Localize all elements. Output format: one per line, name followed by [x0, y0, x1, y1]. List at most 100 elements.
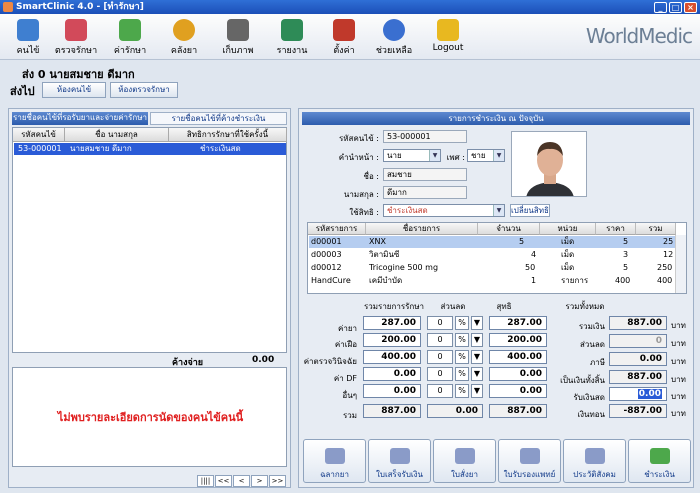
cast-discount-field[interactable]: 0 [427, 333, 453, 347]
nav-next-button[interactable]: > [251, 475, 268, 487]
patient-icon [17, 19, 39, 41]
title-bar: SmartClinic 4.0 - [ทำรักษา] _ □ × [0, 0, 700, 14]
medical-certificate-button[interactable]: ใบรับรองแพทย์ [498, 439, 561, 483]
other-discount-field[interactable]: 0 [427, 384, 453, 398]
exam-cost-field[interactable]: 400.00 [363, 350, 421, 364]
total-net-field: 887.00 [489, 404, 547, 418]
toolbar-treatment[interactable]: ตรวจรักษา [50, 17, 102, 59]
chevron-down-icon: ▼ [493, 205, 504, 216]
no-appointment-message: ไม่พบรายละเอียดการนัดของคนไข้คนนี้ [57, 411, 244, 424]
exam-discount-field[interactable]: 0 [427, 350, 453, 364]
df-net-field: 0.00 [489, 367, 547, 381]
brand-logo: WorldMedic [585, 24, 693, 48]
send-exam-room-button[interactable]: ห้องตรวจรักษา [110, 82, 178, 98]
prescription-button[interactable]: ใบสั่งยา [433, 439, 496, 483]
chevron-down-icon[interactable]: ▼ [471, 384, 483, 398]
toolbar-help[interactable]: ช่วยเหลือ [366, 17, 422, 59]
tab-unpaid-patients[interactable]: รายชื่อคนไข้ที่ค้างชำระเงิน [150, 112, 287, 125]
chevron-down-icon[interactable]: ▼ [471, 367, 483, 381]
money-icon [119, 19, 141, 41]
drug-label-button[interactable]: ฉลากยา [303, 439, 366, 483]
nav-all-button[interactable]: |||| [197, 475, 214, 487]
chevron-down-icon: ▼ [493, 150, 504, 161]
item-table-scrollbar[interactable] [675, 235, 686, 293]
toolbar-logout[interactable]: Logout [422, 17, 474, 59]
df-discount-field[interactable]: 0 [427, 367, 453, 381]
total-sum-field: 887.00 [363, 404, 421, 418]
cast-cost-field[interactable]: 200.00 [363, 333, 421, 347]
chevron-down-icon[interactable]: ▼ [471, 350, 483, 364]
toolbar-report[interactable]: รายงาน [266, 17, 318, 59]
patient-photo [511, 131, 587, 197]
appointment-box: ไม่พบรายละเอียดการนัดของคนไข้คนนี้ [12, 367, 287, 467]
window-title: SmartClinic 4.0 - [ทำรักษา] [16, 2, 144, 12]
printer-icon [584, 448, 605, 464]
printer-icon [389, 448, 410, 464]
close-button[interactable]: × [684, 2, 697, 13]
minimize-button[interactable]: _ [654, 2, 667, 13]
change-right-button[interactable]: เปลี่ยนสิทธิ [510, 204, 550, 217]
col-name[interactable]: ชื่อ นามสกุล [65, 128, 169, 142]
main-toolbar: คนไข้ ตรวจรักษา ค่ารักษา คลังยา เก็บภาพ … [0, 14, 700, 60]
tax-field: 0.00 [609, 352, 667, 366]
money-icon [649, 448, 670, 464]
toolbar-settings[interactable]: ตั้งค่า [318, 17, 370, 59]
lock-icon [437, 19, 459, 41]
net-total-field: 887.00 [609, 370, 667, 384]
drug-cost-field[interactable]: 287.00 [363, 316, 421, 330]
col-right[interactable]: สิทธิการรักษาที่ใช้ครั้งนี้ [169, 128, 287, 142]
camera-icon [227, 19, 249, 41]
gender-select[interactable]: ชาย ▼ [467, 149, 505, 162]
nav-last-button[interactable]: >> [269, 475, 286, 487]
toolbar-fees[interactable]: ค่ารักษา [104, 17, 156, 59]
nav-first-button[interactable]: << [215, 475, 232, 487]
pill-icon [173, 19, 195, 41]
printer-icon [454, 448, 475, 464]
stethoscope-icon [65, 19, 87, 41]
surname-field: ดีมาก [383, 186, 467, 199]
toolbar-pharmacy[interactable]: คลังยา [158, 17, 210, 59]
other-net-field: 0.00 [489, 384, 547, 398]
owed-row: ค้างจ่าย 0.00 [172, 355, 275, 368]
left-panel: รายชื่อคนไข้ที่รอรับยาและจ่ายค่ารักษา รา… [8, 108, 291, 488]
cash-received-input[interactable]: 0.00 [609, 387, 667, 401]
other-cost-field[interactable]: 0.00 [363, 384, 421, 398]
app-icon [3, 2, 13, 12]
df-cost-field[interactable]: 0.00 [363, 367, 421, 381]
toolbar-photo[interactable]: เก็บภาพ [212, 17, 264, 59]
first-name-field: สมชาย [383, 168, 467, 181]
payment-header: รายการชำระเงิน ณ ปัจจุบัน [302, 112, 690, 125]
grand-discount-field: 0 [609, 334, 667, 348]
patient-line: ส่ง 0 นายสมชาย ดีมาก [22, 68, 135, 81]
exam-net-field: 400.00 [489, 350, 547, 364]
social-security-button[interactable]: ประวัติสังคม [563, 439, 626, 483]
receipt-button[interactable]: ใบเสร็จรับเงิน [368, 439, 431, 483]
printer-icon [519, 448, 540, 464]
send-label: ส่งไป [10, 85, 35, 98]
table-row[interactable]: d00003 วิตามินซี 4 เม็ด 3 12 [309, 249, 675, 261]
right-select[interactable]: ชำระเงินสด ▼ [383, 204, 505, 217]
right-panel: รายการชำระเงิน ณ ปัจจุบัน รหัสคนไข้ : 53… [298, 108, 694, 488]
printer-icon [324, 448, 345, 464]
chevron-down-icon[interactable]: ▼ [471, 316, 483, 330]
patient-id-field: 53-000001 [383, 130, 467, 143]
chevron-down-icon[interactable]: ▼ [471, 333, 483, 347]
toolbar-patient[interactable]: คนไข้ [2, 17, 54, 59]
maximize-button[interactable]: □ [669, 2, 682, 13]
col-patient-id[interactable]: รหัสคนไข้ [13, 128, 65, 142]
table-row[interactable]: d00012 Tricogine 500 mg 50 เม็ด 5 250 [309, 262, 675, 274]
table-row[interactable]: d00001 XNX 5 เม็ด 5 25 [309, 236, 675, 248]
drug-discount-field[interactable]: 0 [427, 316, 453, 330]
waiting-patient-table: รหัสคนไข้ ชื่อ นามสกุล สิทธิการรักษาที่ใ… [12, 127, 287, 353]
nav-prev-button[interactable]: < [233, 475, 250, 487]
pay-button[interactable]: ชำระเงิน [628, 439, 691, 483]
table-row[interactable]: 53-000001 นายสมชาย ดีมาก ชำระเงินสด [14, 143, 286, 155]
item-table: รหัสรายการ ชื่อรายการ จำนวน หน่วย ราคา ร… [307, 222, 687, 294]
tab-waiting-patients[interactable]: รายชื่อคนไข้ที่รอรับยาและจ่ายค่ารักษา [12, 112, 148, 125]
owed-value: 0.00 [252, 355, 275, 365]
prefix-select[interactable]: นาย ▼ [383, 149, 441, 162]
send-patient-room-button[interactable]: ห้องคนไข้ [42, 82, 106, 98]
table-row[interactable]: HandCure เคมีบำบัด 1 รายการ 400 400 [309, 275, 675, 287]
chart-icon [281, 19, 303, 41]
help-icon [383, 19, 405, 41]
